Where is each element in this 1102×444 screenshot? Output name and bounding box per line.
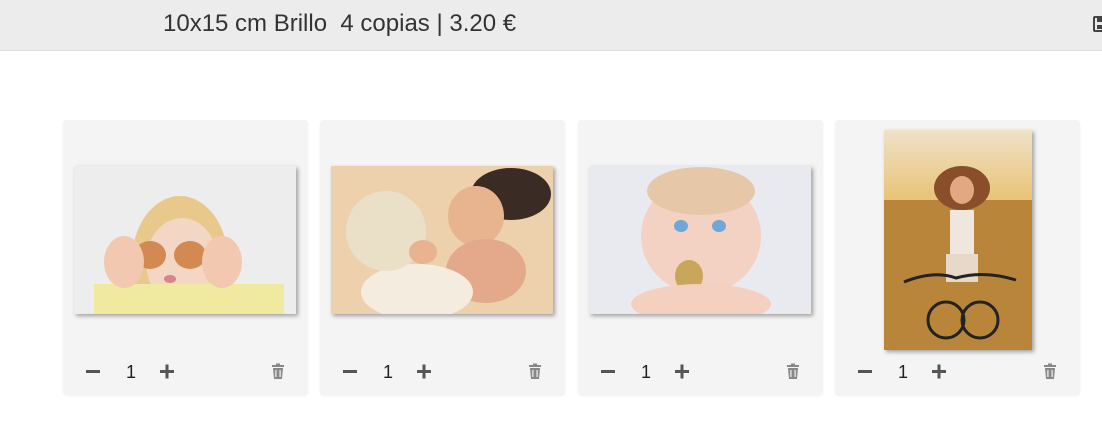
plus-icon <box>160 364 174 379</box>
order-summary-title: 10x15 cm Brillo 4 copias | 3.20 € <box>163 10 517 37</box>
minus-icon <box>858 370 872 373</box>
increase-quantity-button[interactable] <box>670 360 694 384</box>
delete-photo-button[interactable] <box>781 360 805 384</box>
photo-thumbnail[interactable] <box>884 130 1032 350</box>
plus-icon <box>675 364 689 379</box>
minus-icon <box>601 370 615 373</box>
minus-icon <box>343 370 357 373</box>
plus-icon <box>932 364 946 379</box>
increase-quantity-button[interactable] <box>155 360 179 384</box>
photo-thumbnail[interactable] <box>589 166 811 314</box>
photo-card: 1 <box>578 120 823 395</box>
quantity-value: 1 <box>640 362 651 382</box>
plus-icon <box>417 364 431 379</box>
delete-photo-button[interactable] <box>523 360 547 384</box>
photo-card: 1 <box>835 120 1080 395</box>
photo-card: 1 <box>320 120 565 395</box>
quantity-controls: 1 <box>835 360 1080 384</box>
photo-thumbnail[interactable] <box>74 166 296 314</box>
minus-icon <box>86 370 100 373</box>
increase-quantity-button[interactable] <box>927 360 951 384</box>
decrease-quantity-button[interactable] <box>338 360 362 384</box>
increase-quantity-button[interactable] <box>412 360 436 384</box>
order-header: 10x15 cm Brillo 4 copias | 3.20 € <box>0 0 1102 51</box>
trash-icon <box>787 363 799 379</box>
trash-icon <box>529 363 541 379</box>
quantity-controls: 1 <box>63 360 308 384</box>
delete-photo-button[interactable] <box>266 360 290 384</box>
photo-thumbnail[interactable] <box>331 166 553 314</box>
quantity-controls: 1 <box>578 360 823 384</box>
save-icon[interactable] <box>1093 16 1102 32</box>
quantity-controls: 1 <box>320 360 565 384</box>
decrease-quantity-button[interactable] <box>81 360 105 384</box>
trash-icon <box>1044 363 1056 379</box>
quantity-value: 1 <box>382 362 393 382</box>
quantity-value: 1 <box>125 362 136 382</box>
photo-card: 1 <box>63 120 308 395</box>
trash-icon <box>272 363 284 379</box>
decrease-quantity-button[interactable] <box>853 360 877 384</box>
decrease-quantity-button[interactable] <box>596 360 620 384</box>
quantity-value: 1 <box>897 362 908 382</box>
delete-photo-button[interactable] <box>1038 360 1062 384</box>
